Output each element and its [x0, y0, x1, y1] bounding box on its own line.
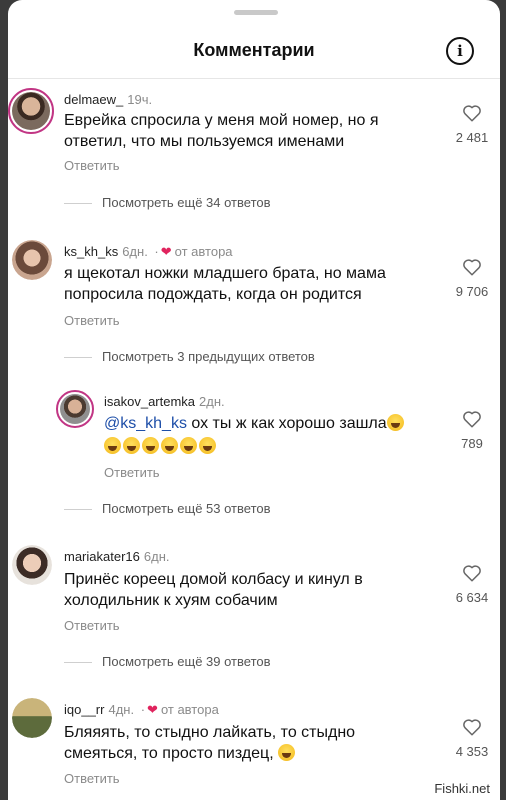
avatar[interactable]	[12, 240, 52, 280]
heart-outline-icon	[463, 105, 481, 122]
reply-button[interactable]: Ответить	[64, 313, 120, 328]
comment-meta: mariakater16 6дн.	[64, 549, 169, 564]
reply-button[interactable]: Ответить	[64, 158, 120, 173]
like-count: 2 481	[455, 130, 489, 145]
like-count: 789	[461, 436, 483, 451]
timestamp: 6дн.	[143, 549, 170, 564]
laughing-emoji	[278, 744, 296, 761]
comment-text: Бляяять, то стыдно лайкать, то стыдно см…	[64, 722, 355, 764]
comment-line: холодильник к хуям собачим	[64, 592, 278, 609]
heart-outline-icon	[463, 411, 481, 428]
info-icon[interactable]: i	[446, 37, 474, 65]
comment-meta: ks_kh_ks 6дн. · ❤ от автора	[64, 244, 233, 259]
username[interactable]: mariakater16	[64, 549, 140, 564]
comment-line: @ks_kh_ks ох ты ж как хорошо зашла	[104, 413, 406, 434]
like-button[interactable]: 9 706	[452, 258, 492, 299]
comment-text: Принёс кореец домой колбасу и кинул в хо…	[64, 569, 363, 611]
like-count: 6 634	[455, 590, 489, 605]
avatar[interactable]	[12, 545, 52, 585]
from-author-badge: от автора	[174, 244, 233, 259]
comment-line: ответил, что мы пользуемся именами	[64, 133, 345, 150]
comment-text: Еврейка спросила у меня мой номер, но я …	[64, 110, 379, 152]
laughing-emoji	[123, 437, 140, 454]
like-button[interactable]: 2 481	[452, 104, 492, 145]
comment-line: я щекотал ножки младшего брата, но мама	[64, 265, 386, 282]
laughing-emoji	[104, 437, 121, 454]
comment-text-part: смеяться, то просто пиздец,	[64, 745, 279, 762]
comment-text: @ks_kh_ks ох ты ж как хорошо зашла	[104, 413, 406, 457]
like-count: 4 353	[455, 744, 489, 759]
mention-link[interactable]: @ks_kh_ks	[104, 415, 187, 432]
like-count: 9 706	[455, 284, 489, 299]
comment-meta: isakov_artemka 2дн.	[104, 394, 225, 409]
avatar[interactable]	[12, 698, 52, 738]
like-button[interactable]: 4 353	[452, 718, 492, 759]
reply-button[interactable]: Ответить	[64, 771, 120, 786]
from-author-badge: от автора	[160, 702, 219, 717]
comment-line: Еврейка спросила у меня мой номер, но я	[64, 112, 379, 129]
laughing-emoji	[386, 414, 404, 431]
username[interactable]: iqo__rr	[64, 702, 104, 717]
heart-outline-icon	[463, 259, 481, 276]
like-button[interactable]: 789	[452, 410, 492, 451]
timestamp: 2дн.	[199, 394, 225, 409]
comment-text-part: ох ты ж как хорошо зашла	[186, 415, 387, 432]
page-title: Комментарии	[193, 40, 315, 60]
comment-text: я щекотал ножки младшего брата, но мама …	[64, 263, 386, 305]
avatar[interactable]	[56, 390, 94, 428]
like-button[interactable]: 6 634	[452, 564, 492, 605]
laughing-emoji	[199, 437, 216, 454]
comment-line: попросила подождать, когда он родится	[64, 286, 362, 303]
laughing-emoji	[180, 437, 197, 454]
view-more-replies[interactable]: Посмотреть ещё 34 ответов	[64, 195, 271, 210]
view-more-replies[interactable]: Посмотреть ещё 53 ответов	[64, 501, 271, 516]
heart-outline-icon	[463, 719, 481, 736]
heart-outline-icon	[463, 565, 481, 582]
comment-line: смеяться, то просто пиздец,	[64, 743, 355, 764]
comment-meta: iqo__rr 4дн. · ❤ от автора	[64, 702, 219, 717]
username[interactable]: isakov_artemka	[104, 394, 195, 409]
laughing-emoji	[161, 437, 178, 454]
view-previous-replies[interactable]: Посмотреть 3 предыдущих ответов	[64, 349, 315, 364]
reply-button[interactable]: Ответить	[64, 618, 120, 633]
comment-line: Принёс кореец домой колбасу и кинул в	[64, 571, 363, 588]
drag-handle[interactable]	[234, 10, 278, 15]
heart-filled-icon: ❤	[160, 244, 172, 259]
username[interactable]: ks_kh_ks	[64, 244, 118, 259]
emoji-line	[104, 436, 406, 457]
comment-line: Бляяять, то стыдно лайкать, то стыдно	[64, 724, 356, 741]
reply-button[interactable]: Ответить	[104, 465, 160, 480]
timestamp: 6дн.	[122, 244, 148, 259]
comment-meta: delmaew_ 19ч.	[64, 92, 152, 107]
view-more-replies[interactable]: Посмотреть ещё 39 ответов	[64, 654, 271, 669]
timestamp: 4дн.	[108, 702, 135, 717]
heart-filled-icon: ❤	[147, 702, 158, 717]
timestamp: 19ч.	[127, 92, 153, 107]
watermark: Fishki.net	[432, 781, 492, 796]
header-divider	[8, 78, 500, 79]
comments-sheet: Комментарии i delmaew_ 19ч. Еврейка спрос…	[8, 0, 500, 800]
username[interactable]: delmaew_	[64, 92, 123, 107]
laughing-emoji	[142, 437, 159, 454]
avatar[interactable]	[8, 88, 54, 134]
